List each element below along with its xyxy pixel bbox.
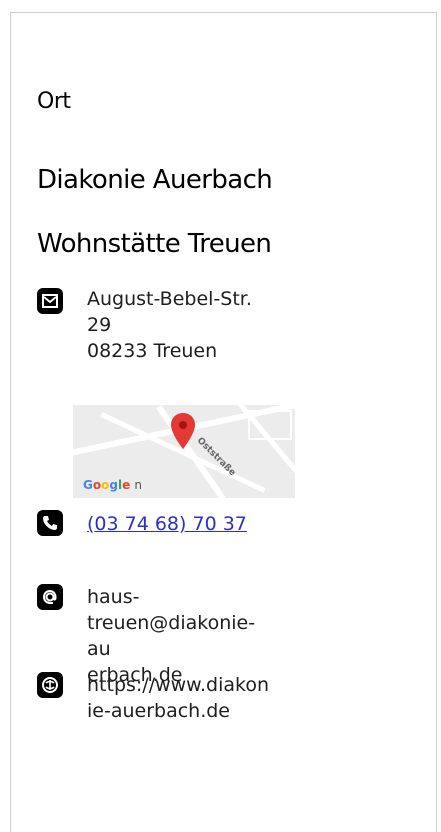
location-card: Ort Diakonie Auerbach Wohnstätte Treuen … bbox=[10, 12, 437, 832]
map-thumbnail[interactable]: Oststraße Google n bbox=[73, 405, 295, 498]
address-city: 08233 Treuen bbox=[87, 340, 218, 362]
address-street: August-Bebel-Str. bbox=[87, 288, 252, 310]
address-row bbox=[37, 288, 63, 314]
email-line: treuen@diakonie-au bbox=[87, 612, 256, 660]
website-line: ie-auerbach.de bbox=[87, 700, 230, 722]
section-label: Ort bbox=[37, 89, 71, 114]
phone-icon bbox=[37, 510, 63, 536]
facility-name: Wohnstätte Treuen bbox=[37, 229, 272, 259]
at-icon bbox=[37, 584, 63, 610]
website-text[interactable]: https://www.diakon ie-auerbach.de bbox=[87, 672, 277, 724]
website-line: https://www.diakon bbox=[87, 674, 269, 696]
address-text: August-Bebel-Str. 29 08233 Treuen bbox=[87, 286, 277, 364]
phone-row bbox=[37, 510, 63, 536]
google-logo: Google n bbox=[83, 478, 143, 492]
globe-icon bbox=[37, 672, 63, 698]
email-line: haus- bbox=[87, 586, 140, 608]
phone-link[interactable]: (03 74 68) 70 37 bbox=[87, 513, 247, 535]
website-row bbox=[37, 672, 63, 698]
envelope-icon bbox=[37, 288, 63, 314]
email-row bbox=[37, 584, 63, 610]
map-block bbox=[248, 410, 292, 440]
org-name: Diakonie Auerbach bbox=[37, 165, 273, 195]
address-number: 29 bbox=[87, 314, 112, 336]
phone-text: (03 74 68) 70 37 bbox=[87, 511, 277, 537]
map-pin-icon bbox=[171, 413, 195, 449]
